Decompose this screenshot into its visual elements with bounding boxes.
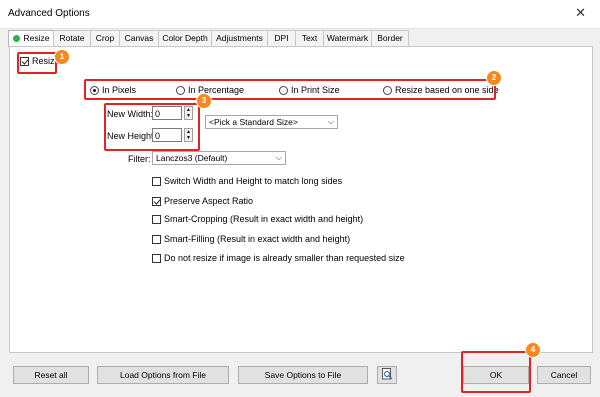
tab-dpi[interactable]: DPI (267, 30, 296, 46)
title-bar: Advanced Options ✕ (0, 0, 600, 29)
close-icon[interactable]: ✕ (575, 5, 586, 21)
highlight-box-4 (461, 351, 531, 393)
tab-crop[interactable]: Crop (90, 30, 120, 46)
save-options-button[interactable]: Save Options to File (238, 366, 368, 384)
standard-size-select[interactable]: <Pick a Standard Size> ⌵ (205, 115, 338, 129)
option-smart-filling[interactable]: Smart-Filling (Result in exact width and… (152, 234, 350, 244)
highlight-box-1 (17, 52, 57, 74)
tab-border[interactable]: Border (371, 30, 409, 46)
page-search-icon (382, 368, 393, 380)
option-checkbox[interactable] (152, 197, 161, 206)
tab-watermark[interactable]: Watermark (323, 30, 372, 46)
callout-badge-4: 4 (525, 342, 541, 358)
chevron-down-icon: ⌵ (275, 153, 282, 162)
filter-label: Filter: (128, 154, 151, 164)
highlight-box-3 (104, 103, 200, 151)
option-no-upscale[interactable]: Do not resize if image is already smalle… (152, 253, 405, 263)
tab-rotate[interactable]: Rotate (53, 30, 91, 46)
active-dot-icon (12, 35, 20, 42)
option-checkbox[interactable] (152, 215, 161, 224)
window-title: Advanced Options (8, 8, 90, 19)
option-smart-cropping[interactable]: Smart-Cropping (Result in exact width an… (152, 214, 363, 224)
tab-resize[interactable]: Resize (8, 30, 54, 47)
callout-badge-3: 3 (196, 93, 212, 109)
tab-canvas[interactable]: Canvas (119, 30, 159, 46)
tab-adjustments[interactable]: Adjustments (211, 30, 268, 46)
option-switch-width-height[interactable]: Switch Width and Height to match long si… (152, 176, 342, 186)
chevron-down-icon: ⌵ (327, 117, 334, 126)
filter-select[interactable]: Lanczos3 (Default) ⌵ (152, 151, 286, 165)
option-checkbox[interactable] (152, 177, 161, 186)
option-checkbox[interactable] (152, 235, 161, 244)
callout-badge-1: 1 (54, 49, 70, 65)
tab-color-depth[interactable]: Color Depth (158, 30, 212, 46)
cancel-button[interactable]: Cancel (537, 366, 591, 384)
option-checkbox[interactable] (152, 254, 161, 263)
option-preserve-aspect[interactable]: Preserve Aspect Ratio (152, 196, 253, 206)
tab-text[interactable]: Text (295, 30, 324, 46)
load-options-button[interactable]: Load Options from File (97, 366, 229, 384)
preview-button[interactable] (377, 366, 397, 384)
highlight-box-2 (84, 79, 496, 100)
reset-all-button[interactable]: Reset all (13, 366, 89, 384)
callout-badge-2: 2 (486, 70, 502, 86)
